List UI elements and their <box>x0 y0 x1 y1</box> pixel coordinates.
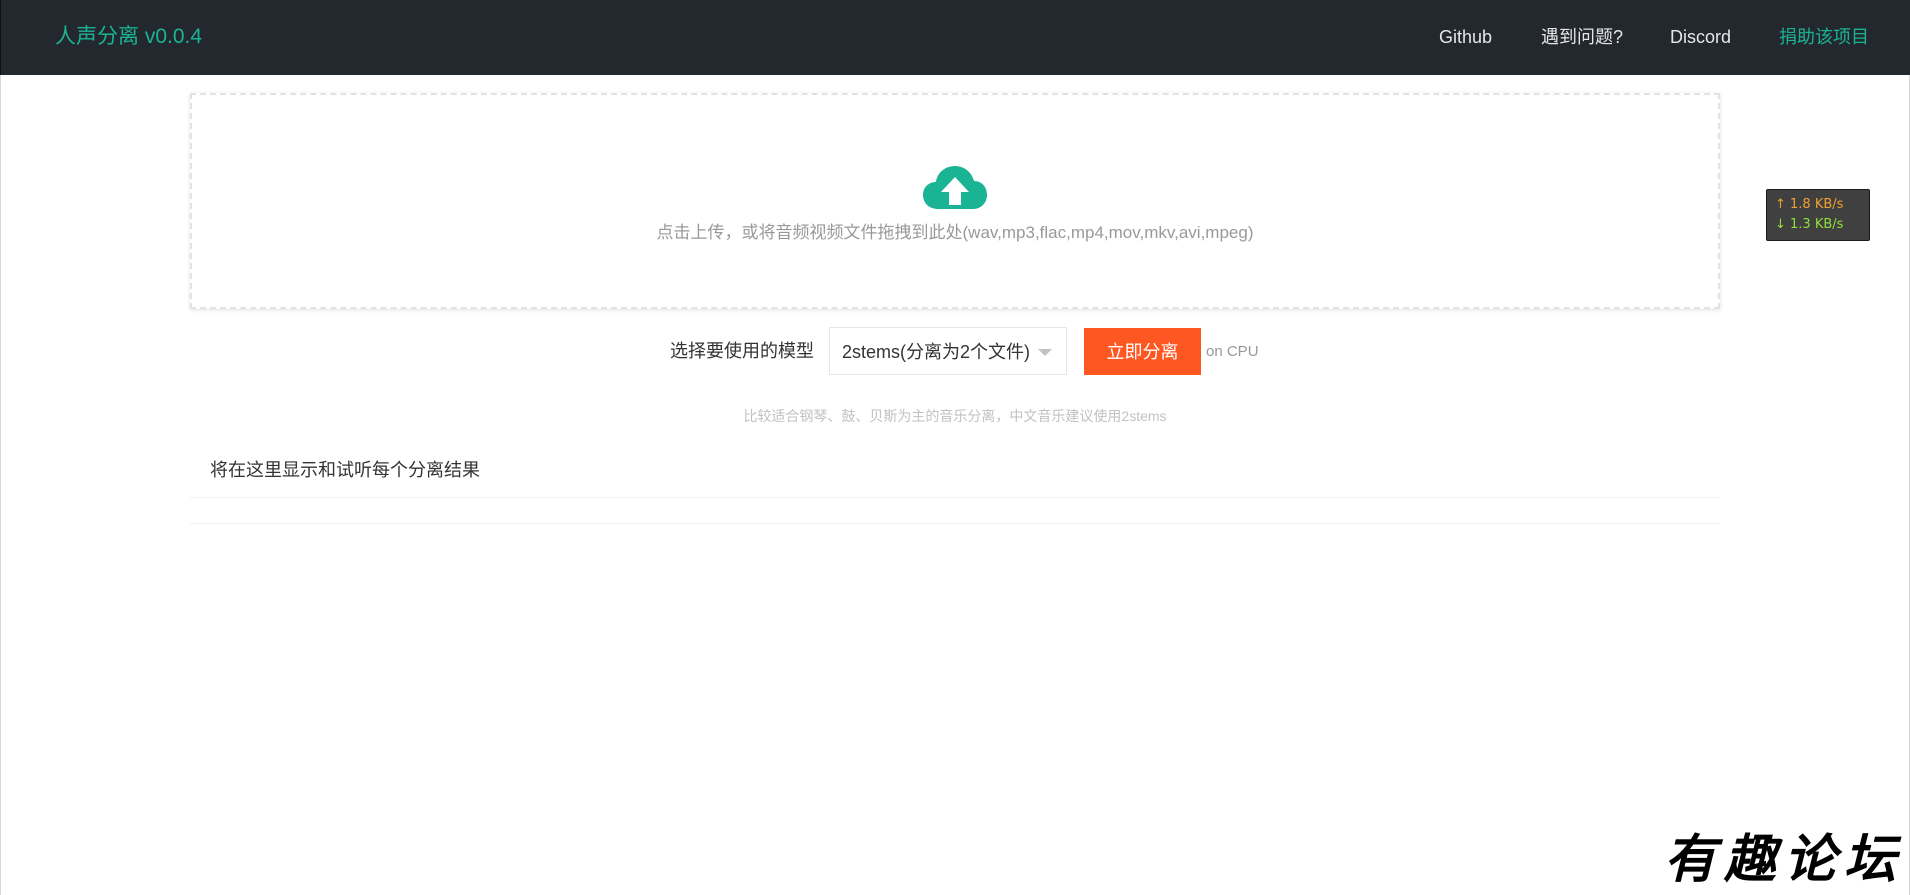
model-row: 选择要使用的模型 2stems(分离为2个文件) 立即分离 on CPU <box>0 327 1910 375</box>
model-select-value: 2stems(分离为2个文件) <box>842 342 1031 362</box>
download-speed: ↓ 1.3 KB/s <box>1775 217 1844 232</box>
results-title: 将在这里显示和试听每个分离结果 <box>210 460 480 480</box>
donate-link[interactable]: 捐助该项目 <box>1779 25 1869 49</box>
model-label: 选择要使用的模型 <box>670 341 814 361</box>
top-navbar: 人声分离 v0.0.4 Github 遇到问题? Discord 捐助该项目 <box>0 0 1910 75</box>
upload-hint: 点击上传，或将音频视频文件拖拽到此处(wav,mp3,flac,mp4,mov,… <box>656 223 1254 242</box>
upload-speed: ↑ 1.8 KB/s <box>1775 197 1844 212</box>
cloud-upload-icon <box>923 166 987 209</box>
page-border-left <box>0 75 1 895</box>
github-link[interactable]: Github <box>1439 25 1492 49</box>
separate-button[interactable]: 立即分离 <box>1084 328 1201 375</box>
watermark-logo: 有趣论坛 <box>1664 829 1905 890</box>
app-title: 人声分离 v0.0.4 <box>55 25 203 48</box>
device-label: on CPU <box>1206 343 1259 360</box>
results-body <box>190 498 1720 524</box>
discord-link[interactable]: Discord <box>1670 25 1731 49</box>
network-speed-widget: ↑ 1.8 KB/s ↓ 1.3 KB/s <box>1766 189 1870 241</box>
issues-link[interactable]: 遇到问题? <box>1541 25 1623 49</box>
upload-dropzone[interactable]: 点击上传，或将音频视频文件拖拽到此处(wav,mp3,flac,mp4,mov,… <box>190 93 1720 309</box>
chevron-down-icon <box>1038 349 1052 356</box>
model-tip: 比较适合钢琴、鼓、贝斯为主的音乐分离，中文音乐建议使用2stems <box>743 408 1167 424</box>
results-panel: 将在这里显示和试听每个分离结果 <box>190 445 1720 525</box>
model-select[interactable]: 2stems(分离为2个文件) <box>829 327 1067 375</box>
